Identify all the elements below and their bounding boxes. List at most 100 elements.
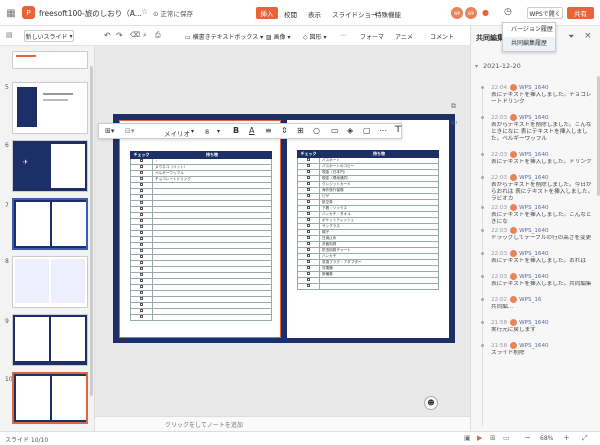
star-icon[interactable]: ☆ <box>141 7 148 16</box>
tab-review[interactable]: 校閲 <box>284 9 297 19</box>
tab-animation[interactable]: アニメ <box>395 32 413 41</box>
checkbox-icon[interactable] <box>140 165 143 168</box>
checkbox-cell[interactable] <box>130 314 153 321</box>
checklist-table-right[interactable]: チェック 持ち物 パスポート パスポートのコピー 現金（日本円） 現金（現地通貨） クレ… <box>297 150 439 290</box>
history-icon[interactable]: ◷ <box>504 7 512 17</box>
tab-slideshow[interactable]: スライドショー <box>332 9 378 19</box>
tab-format[interactable]: フォーマ <box>360 32 384 41</box>
text-cursor-icon[interactable]: ⊤ <box>394 125 402 135</box>
checkbox-icon[interactable] <box>307 284 310 287</box>
checkbox-icon[interactable] <box>140 291 143 294</box>
more-icon[interactable]: ⋯ <box>340 32 346 39</box>
checkbox-icon[interactable] <box>140 213 143 216</box>
checkbox-icon[interactable] <box>307 236 310 239</box>
share-button[interactable]: 共有 <box>567 7 594 19</box>
checkbox-icon[interactable] <box>307 218 310 221</box>
shape-button[interactable]: ◇ 図形 ▾ <box>303 32 326 41</box>
history-entry[interactable]: 22:03 WPS_1640 表からテキストを削除しました。こんなときになに 表にテ… <box>491 114 595 143</box>
tab-special[interactable]: 特殊機能 <box>375 9 401 19</box>
open-in-wps-button[interactable]: WPSで開く <box>527 7 563 19</box>
table-style-icon[interactable]: ⊞▾ <box>105 127 114 135</box>
checkbox-icon[interactable] <box>307 272 310 275</box>
item-cell[interactable] <box>319 283 439 290</box>
close-icon[interactable]: × <box>584 31 592 41</box>
checkbox-icon[interactable] <box>307 230 310 233</box>
slide-settings-icon[interactable]: ⧉ <box>451 102 456 111</box>
checkbox-icon[interactable] <box>140 177 143 180</box>
more-icon[interactable]: ⋯ <box>379 126 387 135</box>
format-painter-icon[interactable]: ⌫ <box>130 31 140 39</box>
checkbox-icon[interactable] <box>307 176 310 179</box>
checkbox-icon[interactable] <box>307 212 310 215</box>
checkbox-icon[interactable] <box>140 297 143 300</box>
checkbox-icon[interactable] <box>307 158 310 161</box>
sidebar-toggle-icon[interactable]: ▤ <box>6 31 13 39</box>
checkbox-icon[interactable] <box>307 182 310 185</box>
table-row[interactable] <box>297 283 439 290</box>
checkbox-icon[interactable] <box>307 188 310 191</box>
scrollbar[interactable] <box>90 66 93 396</box>
checkbox-icon[interactable] <box>307 164 310 167</box>
zoom-out-icon[interactable]: − <box>524 433 531 442</box>
tab-comment[interactable]: コメント <box>430 32 454 41</box>
vertical-align-icon[interactable]: ⇕ <box>281 126 288 135</box>
normal-view-icon[interactable]: ▣ <box>464 434 471 442</box>
checkbox-icon[interactable] <box>140 183 143 186</box>
chevron-down-icon[interactable]: ▾ <box>131 8 134 15</box>
chevron-down-icon[interactable]: ▾ <box>475 63 478 70</box>
print-icon[interactable]: ⎙ <box>155 31 161 40</box>
history-entry[interactable]: 21:58 WPS_1640 実行元に戻します <box>491 319 595 334</box>
history-entry[interactable]: 22:03 WPS_1640 ドラッグしてテーブルの行の高さを変更 <box>491 227 595 242</box>
history-entry[interactable]: 22:04 WPS_1640 表にテキストを挿入しました。チョコレートドリンク <box>491 84 595 106</box>
slide-thumbnail[interactable] <box>12 51 88 69</box>
history-entry[interactable]: 22:02 WPS_16 共同編... <box>491 296 595 311</box>
assistant-icon[interactable]: ☻ <box>424 396 438 410</box>
undo-icon[interactable]: ↶ <box>104 31 111 40</box>
checkbox-icon[interactable] <box>307 224 310 227</box>
history-entry[interactable]: 22:03 WPS_1640 表にテキストを挿入しました。おれは <box>491 250 595 265</box>
align-icon[interactable]: ≡ <box>265 126 272 135</box>
slide-thumbnail[interactable]: ✈ <box>12 140 88 192</box>
checkbox-icon[interactable] <box>140 171 143 174</box>
textbox-button[interactable]: ▭ 横書きテキストボックス ▾ <box>185 32 263 41</box>
checkbox-icon[interactable] <box>307 266 310 269</box>
checkbox-icon[interactable] <box>140 243 143 246</box>
layer-icon[interactable]: ◈ <box>347 126 353 135</box>
checkbox-icon[interactable] <box>140 237 143 240</box>
checkbox-icon[interactable] <box>140 219 143 222</box>
grid-view-icon[interactable]: ⊞ <box>490 434 496 442</box>
slide-layout-icon[interactable]: ▭ <box>451 118 458 126</box>
filter-icon[interactable]: ⏷ <box>568 32 574 42</box>
checkbox-icon[interactable] <box>140 261 143 264</box>
checkbox-icon[interactable] <box>140 255 143 258</box>
checkbox-icon[interactable] <box>307 242 310 245</box>
image-button[interactable]: ▨ 画像 ▾ <box>266 32 291 41</box>
item-cell[interactable] <box>152 314 272 321</box>
checklist-table-left[interactable]: チェック 持ち物 ・ヌウネコ（ペット） ペルギーワッフル チョコレートドリンク <box>130 151 272 321</box>
checkbox-icon[interactable] <box>140 207 143 210</box>
play-icon[interactable]: ▶ <box>477 434 482 442</box>
menu-item-coedit-history[interactable]: 共同編集履歴 <box>503 37 555 51</box>
checkbox-icon[interactable] <box>140 285 143 288</box>
history-entry[interactable]: 22:03 WPS_1640 表にテキストを挿入しました。共同編集 <box>491 273 595 288</box>
chevron-down-icon[interactable]: ▾ <box>191 128 194 135</box>
checkbox-icon[interactable] <box>307 278 310 281</box>
checkbox-icon[interactable] <box>140 249 143 252</box>
slide-thumbnail[interactable] <box>12 82 88 134</box>
distribute-icon[interactable]: ⊞ <box>297 126 304 135</box>
checkbox-icon[interactable] <box>140 231 143 234</box>
tab-insert[interactable]: 挿入 <box>256 7 278 19</box>
font-size-select[interactable]: 8 <box>205 128 209 136</box>
checkbox-icon[interactable] <box>307 170 310 173</box>
slide-thumbnail[interactable] <box>12 256 88 308</box>
fit-icon[interactable]: ⤢ <box>582 434 588 443</box>
checkbox-icon[interactable] <box>140 267 143 270</box>
zoom-level[interactable]: 68% <box>540 435 553 442</box>
checkbox-icon[interactable] <box>140 309 143 312</box>
outline-icon[interactable]: ▭ <box>331 126 339 135</box>
notes-area[interactable]: クリックをしてノートを追加 <box>95 416 470 431</box>
history-entry[interactable]: 22:03 WPS_1640 表からテキストを削除しました。今日からおれは 表にテキ… <box>491 174 595 203</box>
checkbox-icon[interactable] <box>307 200 310 203</box>
reading-view-icon[interactable]: ▭ <box>503 434 510 442</box>
history-entry[interactable]: 22:03 WPS_1640 表にテキストを挿入しました。こんなときにな <box>491 204 595 226</box>
